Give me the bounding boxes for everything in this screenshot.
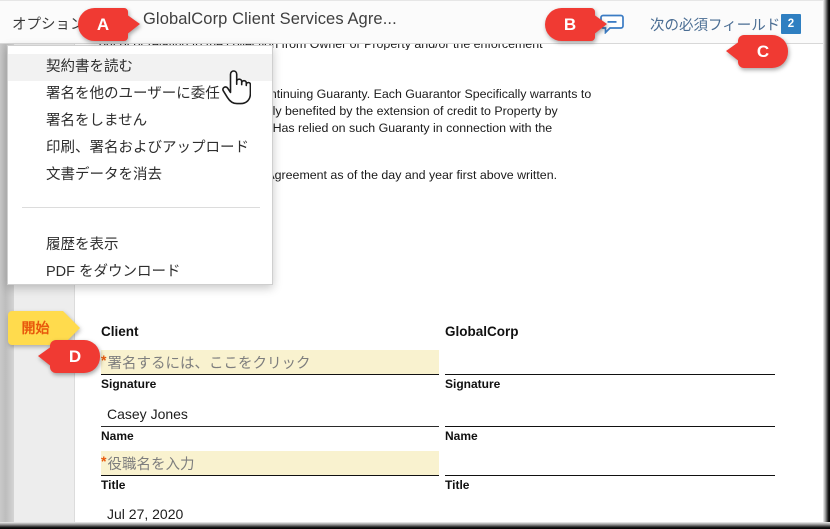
next-required-field-link[interactable]: 次の必須フィールド <box>650 14 780 35</box>
callout-badge-a: A <box>78 8 140 41</box>
menu-item-download-pdf[interactable]: PDF をダウンロード <box>8 259 272 286</box>
title-field-placeholder: 役職名を入力 <box>107 456 195 473</box>
callout-pointer-tip <box>593 14 607 35</box>
application-window: オプション ▾ GlobalCorp Client Services Agre.… <box>0 0 830 529</box>
date-line <box>445 502 775 522</box>
required-field-count-badge[interactable]: 2 <box>781 14 801 34</box>
options-button-label: オプション <box>12 17 85 33</box>
title-field[interactable]: * 役職名を入力 <box>101 451 439 476</box>
field-label-name: Name <box>445 429 478 443</box>
name-field[interactable]: Casey Jones <box>101 402 439 427</box>
document-title: GlobalCorp Client Services Agre... <box>143 10 397 28</box>
signature-field[interactable]: * 署名するには、ここをクリック <box>101 350 439 375</box>
party-name-globalcorp: GlobalCorp <box>445 324 519 339</box>
field-label-name: Name <box>101 429 134 443</box>
signature-line <box>445 350 775 375</box>
field-group-name: Casey Jones Name <box>101 402 439 443</box>
date-field[interactable]: Jul 27, 2020 <box>101 502 439 522</box>
field-group-date: Date <box>445 502 775 522</box>
field-label-title: Title <box>445 478 470 492</box>
name-field-value: Casey Jones <box>107 406 188 422</box>
required-asterisk: * <box>101 352 107 368</box>
title-line <box>445 451 775 476</box>
name-line <box>445 402 775 427</box>
pointing-hand-cursor <box>219 68 252 111</box>
menu-item-clear-document-data[interactable]: 文書データを消去 <box>8 162 272 189</box>
window-bottom-edge <box>0 522 830 529</box>
callout-pointer-tip <box>38 346 52 367</box>
options-menu-secondary-group: 履歴を表示 PDF をダウンロード <box>8 232 272 286</box>
menu-item-print-sign-upload[interactable]: 印刷、署名およびアップロード <box>8 135 272 162</box>
menu-item-decline-to-sign[interactable]: 署名をしません <box>8 108 272 135</box>
field-label-signature: Signature <box>101 377 157 391</box>
field-label-signature: Signature <box>445 377 501 391</box>
callout-badge-b: B <box>545 8 607 41</box>
callout-badge-d: D <box>38 340 100 373</box>
field-group-title: * 役職名を入力 Title <box>101 451 439 492</box>
field-group-date: Jul 27, 2020 Date <box>101 502 439 522</box>
field-group-signature: Signature <box>445 350 775 391</box>
window-right-edge <box>823 0 830 529</box>
field-label-title: Title <box>101 478 126 492</box>
signature-field-placeholder: 署名するには、ここをクリック <box>107 355 311 372</box>
party-name-client: Client <box>101 324 139 339</box>
required-asterisk: * <box>101 453 107 469</box>
menu-item-view-history[interactable]: 履歴を表示 <box>8 232 272 259</box>
field-group-title: Title <box>445 451 775 492</box>
callout-badge-c: C <box>726 35 788 68</box>
field-group-signature: * 署名するには、ここをクリック Signature <box>101 350 439 391</box>
date-field-value: Jul 27, 2020 <box>107 506 184 522</box>
callout-pointer-tip <box>126 14 140 35</box>
field-group-name: Name <box>445 402 775 443</box>
callout-pointer-tip <box>726 41 740 62</box>
menu-divider <box>22 207 260 208</box>
